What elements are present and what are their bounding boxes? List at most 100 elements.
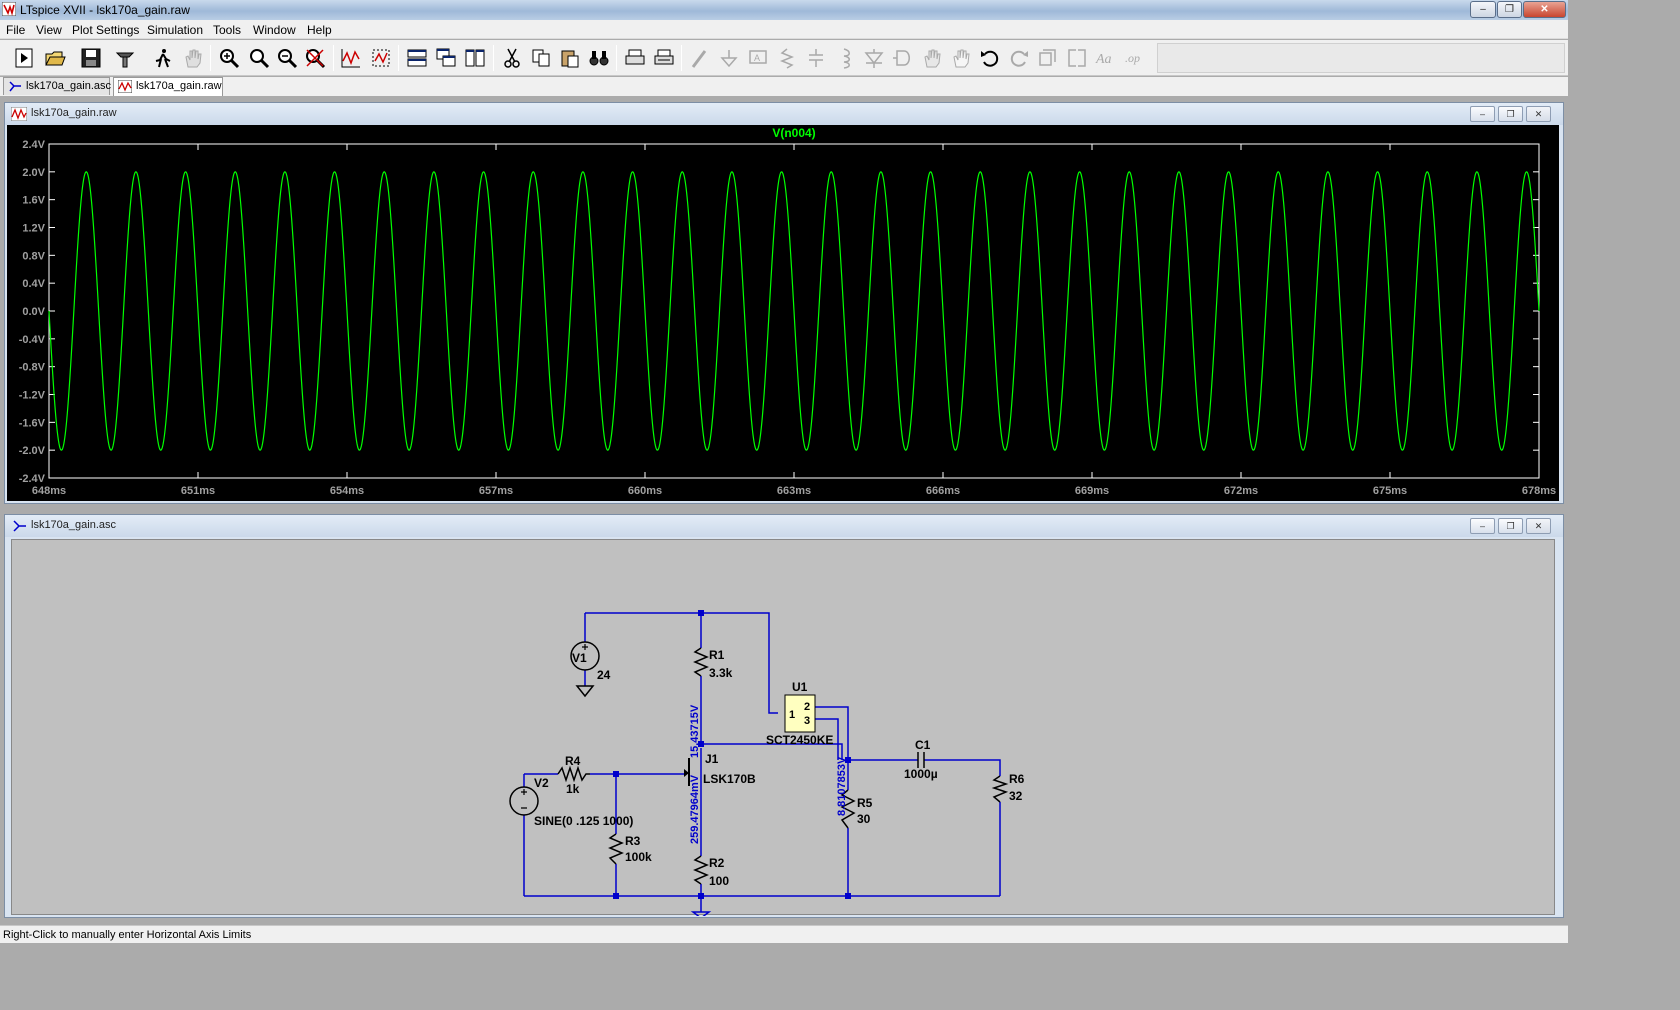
svg-text:.op: .op <box>1125 51 1140 65</box>
op-output-voltage[interactable]: 8.8107853V <box>836 756 848 816</box>
menu-window[interactable]: Window <box>253 23 296 37</box>
schematic-canvas[interactable]: V1 24 R1 3.3k U1 1 2 3 SCT2450KE C1 1000… <box>11 539 1555 916</box>
tab-schematic-label: lsk170a_gain.asc <box>26 80 112 92</box>
title-bar: LTspice XVII - lsk170a_gain.raw – ❐ ✕ <box>0 0 1568 20</box>
trace-label: V(n004) <box>772 126 815 140</box>
wires <box>523 612 1001 912</box>
r1-ref-label: R1 <box>709 648 725 662</box>
menu-help[interactable]: Help <box>307 23 332 37</box>
tile-vertical-icon[interactable] <box>462 46 488 70</box>
pan-icon[interactable] <box>180 46 206 70</box>
op-source-voltage[interactable]: 259.47964mV <box>689 774 701 844</box>
zoom-full-icon[interactable] <box>246 46 272 70</box>
restore-button[interactable]: ❐ <box>1497 1 1522 18</box>
menu-simulation[interactable]: Simulation <box>147 23 203 37</box>
status-bar: Right-Click to manually enter Horizontal… <box>0 925 1568 943</box>
component-icon[interactable] <box>890 46 916 70</box>
x-tick-label: 657ms <box>479 485 513 497</box>
svg-text:A: A <box>754 53 760 63</box>
x-tick-label: 675ms <box>1373 485 1407 497</box>
waveform-minimize-button[interactable]: – <box>1470 106 1495 122</box>
label-net-icon[interactable]: A <box>745 46 771 70</box>
y-tick-label: -2.0V <box>19 445 46 457</box>
y-tick-label: 2.0V <box>22 167 45 179</box>
schematic-icon <box>9 81 21 92</box>
zoom-cancel-icon[interactable] <box>302 46 328 70</box>
tab-waveform-label: lsk170a_gain.raw <box>136 80 222 92</box>
inductor-icon[interactable] <box>832 46 858 70</box>
redo-icon[interactable] <box>1006 46 1032 70</box>
r1-value-label: 3.3k <box>709 666 733 680</box>
halt-icon[interactable] <box>150 46 176 70</box>
ground-icon[interactable] <box>716 46 742 70</box>
menu-tools[interactable]: Tools <box>213 23 241 37</box>
zoom-in-icon[interactable] <box>216 46 242 70</box>
control-panel-icon[interactable] <box>112 46 138 70</box>
y-tick-label: 1.6V <box>22 195 45 207</box>
minimize-button[interactable]: – <box>1470 1 1496 18</box>
schematic-restore-button[interactable]: ❐ <box>1498 518 1523 534</box>
y-tick-label: -1.2V <box>19 390 46 402</box>
mirror-icon[interactable] <box>1064 46 1090 70</box>
text-icon[interactable]: Aa <box>1093 46 1119 70</box>
capacitor-icon[interactable] <box>803 46 829 70</box>
v2-source[interactable] <box>509 786 539 816</box>
x-tick-label: 678ms <box>1522 485 1556 497</box>
v1-value-label: 24 <box>597 668 611 682</box>
print-icon[interactable] <box>622 46 648 70</box>
menu-plot-settings[interactable]: Plot Settings <box>72 23 139 37</box>
wire-icon[interactable] <box>687 46 713 70</box>
waveform-plot[interactable]: V(n004) 2.4V 2.0V 1.6V 1.2V 0.8V 0.4V 0.0V -0.4V… <box>7 125 1559 501</box>
window-title: LTspice XVII - lsk170a_gain.raw <box>20 3 190 17</box>
menu-bar: File View Plot Settings Simulation Tools… <box>0 20 1568 39</box>
copy-icon[interactable] <box>528 46 554 70</box>
paste-icon[interactable] <box>557 46 583 70</box>
tab-schematic[interactable]: lsk170a_gain.asc <box>3 77 112 95</box>
find-icon[interactable] <box>586 46 612 70</box>
j1-part-label: LSK170B <box>703 772 756 786</box>
rotate-icon[interactable] <box>1035 46 1061 70</box>
schematic-minimize-button[interactable]: – <box>1470 518 1495 534</box>
x-tick-label: 651ms <box>181 485 215 497</box>
schematic-close-button[interactable]: ✕ <box>1526 518 1551 534</box>
waveform-restore-button[interactable]: ❐ <box>1498 106 1523 122</box>
tile-horizontal-icon[interactable] <box>404 46 430 70</box>
resistor-symbols <box>557 647 1009 885</box>
r4-ref-label: R4 <box>565 754 581 768</box>
save-icon[interactable] <box>78 46 104 70</box>
print-setup-icon[interactable] <box>651 46 677 70</box>
j1-ref-label: J1 <box>705 752 719 766</box>
c1-value-label: 1000µ <box>904 767 938 781</box>
x-tick-label: 669ms <box>1075 485 1109 497</box>
op-drain-voltage[interactable]: 15.43715V <box>689 704 701 758</box>
menu-file[interactable]: File <box>6 23 25 37</box>
drag-icon[interactable] <box>948 46 974 70</box>
menu-view[interactable]: View <box>36 23 62 37</box>
waveform-icon <box>11 107 27 121</box>
ltspice-app-icon[interactable] <box>2 2 16 16</box>
run-icon[interactable] <box>12 46 38 70</box>
autorange-icon[interactable] <box>338 46 364 70</box>
v2-ref-label: V2 <box>534 776 549 790</box>
r3-value-label: 100k <box>625 850 652 864</box>
resistor-icon[interactable] <box>774 46 800 70</box>
undo-icon[interactable] <box>977 46 1003 70</box>
r4-value-label: 1k <box>566 782 580 796</box>
move-icon[interactable] <box>919 46 945 70</box>
spice-directive-icon[interactable]: .op <box>1122 46 1148 70</box>
y-tick-label: 0.4V <box>22 278 45 290</box>
u1-pin2-label: 2 <box>804 701 810 713</box>
x-tick-label: 663ms <box>777 485 811 497</box>
waveform-close-button[interactable]: ✕ <box>1526 106 1551 122</box>
plot-pane[interactable]: V(n004) 2.4V 2.0V 1.6V 1.2V 0.8V 0.4V 0.0V -0.4V… <box>7 125 1559 501</box>
open-icon[interactable] <box>42 46 68 70</box>
ground-symbol <box>690 911 712 916</box>
zoom-out-icon[interactable] <box>274 46 300 70</box>
cut-icon[interactable] <box>499 46 525 70</box>
mark-plane-icon[interactable] <box>368 46 394 70</box>
cascade-icon[interactable] <box>433 46 459 70</box>
close-button[interactable]: ✕ <box>1523 1 1566 18</box>
diode-icon[interactable] <box>861 46 887 70</box>
x-tick-label: 660ms <box>628 485 662 497</box>
tab-waveform[interactable]: lsk170a_gain.raw <box>113 77 223 96</box>
